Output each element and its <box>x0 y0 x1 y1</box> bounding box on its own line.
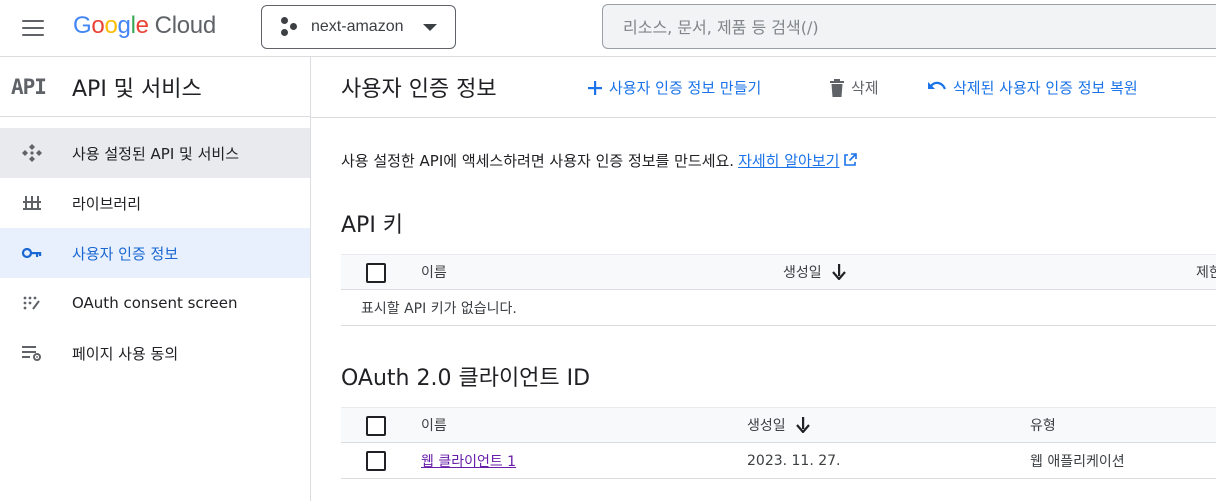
project-picker[interactable]: next-amazon <box>261 5 456 49</box>
sidebar-item-credentials[interactable]: 사용자 인증 정보 <box>0 228 310 278</box>
create-credentials-button[interactable]: 사용자 인증 정보 만들기 <box>587 77 761 98</box>
sidebar-item-label: OAuth consent screen <box>72 294 238 312</box>
sidebar-item-oauth-consent[interactable]: OAuth consent screen <box>0 278 310 328</box>
oauth-section-title: OAuth 2.0 클라이언트 ID <box>341 366 591 391</box>
sidebar-item-label: 사용자 인증 정보 <box>72 244 179 263</box>
client-name-link[interactable]: 웹 클라이언트 1 <box>421 451 516 471</box>
client-name-cell: 웹 클라이언트 1 <box>421 443 516 478</box>
column-header-created[interactable]: 생성일 <box>783 255 846 289</box>
delete-label: 삭제 <box>851 79 879 97</box>
column-header-name[interactable]: 이름 <box>421 255 447 289</box>
api-badge-icon: API <box>11 75 47 99</box>
sidebar-header: API API 및 서비스 <box>0 57 310 117</box>
search-box[interactable] <box>602 4 1216 49</box>
main-menu-icon[interactable] <box>20 16 48 40</box>
google-cloud-logo[interactable]: Google Cloud <box>73 12 216 40</box>
create-credentials-label: 사용자 인증 정보 만들기 <box>609 79 762 97</box>
page-title: 사용자 인증 정보 <box>341 77 497 102</box>
delete-button[interactable]: 삭제 <box>829 77 879 98</box>
sidebar-item-library[interactable]: 라이브러리 <box>0 178 310 228</box>
trash-icon <box>830 78 844 97</box>
sidebar-item-page-usage[interactable]: 페이지 사용 동의 <box>0 328 310 378</box>
page-usage-agreement-icon <box>22 346 41 361</box>
sidebar-item-label: 페이지 사용 동의 <box>72 344 179 363</box>
sidebar-title: API 및 서비스 <box>72 77 202 102</box>
oauth-table-header: 이름 생성일 유형 <box>341 407 1216 443</box>
sidebar-item-label: 사용 설정된 API 및 서비스 <box>72 144 240 163</box>
select-all-oauth-clients-checkbox[interactable] <box>366 416 386 436</box>
intro-description: 사용 설정한 API에 액세스하려면 사용자 인증 정보를 만드세요. <box>341 152 735 170</box>
api-keys-section-title: API 키 <box>341 213 404 238</box>
row-checkbox[interactable] <box>366 451 386 471</box>
sidebar-item-label: 라이브러리 <box>72 194 142 213</box>
project-hub-icon <box>279 17 299 37</box>
learn-more-link[interactable]: 자세히 알아보기 <box>738 152 839 170</box>
external-link-icon <box>844 153 858 166</box>
undo-icon <box>928 81 947 90</box>
plus-icon <box>588 80 602 95</box>
column-header-name[interactable]: 이름 <box>421 408 447 442</box>
arrow-down-icon <box>831 264 846 280</box>
chevron-down-icon <box>423 24 437 31</box>
action-bar: 사용자 인증 정보 사용자 인증 정보 만들기 삭제 삭제된 사용자 인증 정보… <box>311 57 1216 118</box>
arrow-down-icon <box>795 417 810 433</box>
restore-label: 삭제된 사용자 인증 정보 복원 <box>953 79 1138 97</box>
main-content: 사용자 인증 정보 사용자 인증 정보 만들기 삭제 삭제된 사용자 인증 정보… <box>311 57 1216 501</box>
oauth-clients-table: 이름 생성일 유형 웹 클라이언트 1 2023. 11. 27. 웹 애플리케… <box>341 407 1216 479</box>
client-created-cell: 2023. 11. 27. <box>747 452 841 469</box>
search-input[interactable] <box>623 15 1183 39</box>
api-keys-table: 이름 생성일 제한 표시할 API 키가 없습니다. <box>341 254 1216 326</box>
column-header-type[interactable]: 유형 <box>1030 408 1056 442</box>
oauth-consent-icon <box>23 296 40 310</box>
sidebar: API API 및 서비스 사용 설정된 API 및 서비스 라이브러리 사용자… <box>0 57 311 501</box>
column-header-restriction[interactable]: 제한 <box>1196 255 1216 289</box>
restore-deleted-credentials-button[interactable]: 삭제된 사용자 인증 정보 복원 <box>927 77 1138 98</box>
table-row: 웹 클라이언트 1 2023. 11. 27. 웹 애플리케이션 <box>341 443 1216 479</box>
library-icon <box>23 196 41 210</box>
project-name: next-amazon <box>311 18 404 35</box>
select-all-api-keys-checkbox[interactable] <box>366 263 386 283</box>
client-type-cell: 웹 애플리케이션 <box>1030 453 1125 470</box>
api-keys-empty-row: 표시할 API 키가 없습니다. <box>341 290 1216 326</box>
intro-text: 사용 설정한 API에 액세스하려면 사용자 인증 정보를 만드세요. 자세히 알… <box>341 150 858 171</box>
api-keys-table-header: 이름 생성일 제한 <box>341 254 1216 290</box>
key-icon <box>21 247 42 259</box>
column-header-created[interactable]: 생성일 <box>747 408 810 442</box>
top-bar: Google Cloud next-amazon <box>0 0 1216 57</box>
enabled-apis-icon <box>22 144 42 162</box>
empty-state-text: 표시할 API 키가 없습니다. <box>361 300 517 317</box>
sidebar-item-enabled-apis[interactable]: 사용 설정된 API 및 서비스 <box>0 128 310 178</box>
